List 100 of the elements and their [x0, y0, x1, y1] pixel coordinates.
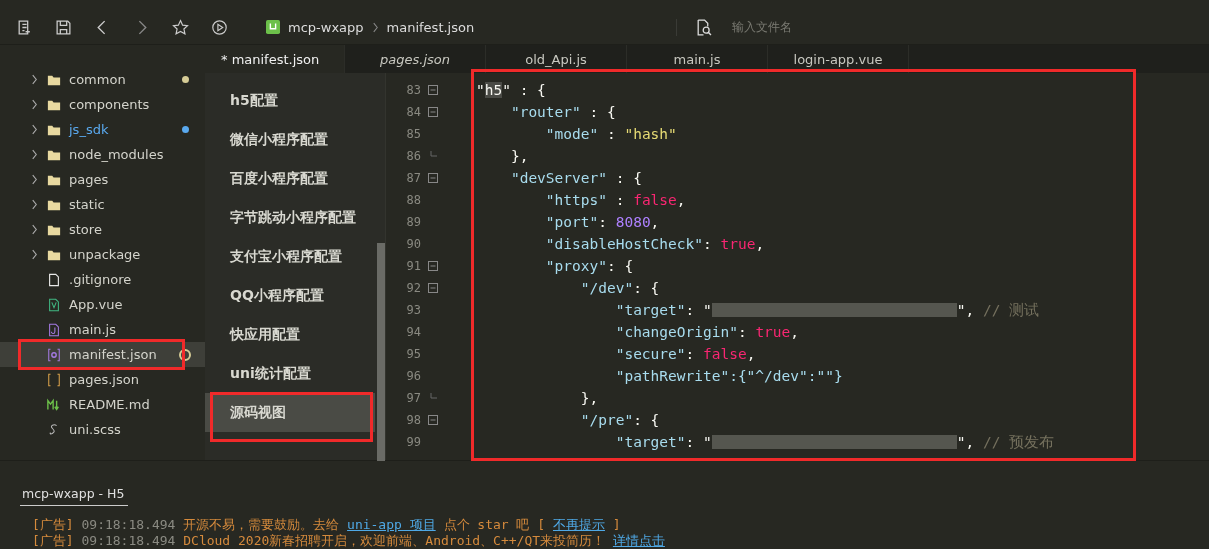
file-tree-item[interactable]: js_sdk	[0, 117, 205, 142]
brackets-icon	[47, 372, 61, 387]
chevron-icon	[31, 124, 38, 135]
config-nav-item[interactable]: h5配置	[205, 81, 375, 120]
file-name: store	[69, 222, 103, 237]
line-number: 90	[405, 237, 421, 251]
line-number: 95	[405, 347, 421, 361]
line-number: 89	[405, 215, 421, 229]
line-number: 91	[405, 259, 421, 273]
file-name: .gitignore	[69, 272, 133, 287]
chevron-icon	[31, 249, 38, 260]
file-tree-item[interactable]: pages.json	[0, 367, 205, 392]
file-tree-item[interactable]: .gitignore	[0, 267, 205, 292]
code-line: "mode" : "hash"	[544, 126, 677, 142]
fold-icon[interactable]	[428, 415, 438, 425]
js-file-icon	[47, 322, 61, 337]
settings-file-icon	[47, 347, 61, 362]
code-line: "pathRewrite":{"^/dev":""}	[614, 368, 843, 384]
scrollbar[interactable]	[377, 243, 385, 461]
breadcrumb-item[interactable]: manifest.json	[386, 19, 475, 35]
config-nav-item[interactable]: 微信小程序配置	[205, 120, 375, 159]
file-name: pages.json	[69, 372, 140, 387]
config-nav-item[interactable]: 快应用配置	[205, 315, 375, 354]
config-nav-item[interactable]: 百度小程序配置	[205, 159, 375, 198]
console-link[interactable]: 详情点击	[612, 533, 665, 548]
code-line: },	[579, 390, 599, 406]
file-tree-item[interactable]: static	[0, 192, 205, 217]
console-tab[interactable]: mcp-wxapp - H5	[20, 486, 129, 506]
chevron-icon	[31, 99, 38, 110]
file-name: manifest.json	[69, 347, 158, 362]
code-line: "/dev": {	[579, 280, 660, 296]
chevron-icon	[371, 21, 379, 33]
fold-icon[interactable]	[428, 173, 438, 183]
file-name: uni.scss	[69, 422, 122, 437]
line-number: 88	[405, 193, 421, 207]
fold-icon[interactable]	[428, 283, 438, 293]
vue-file-icon	[47, 297, 61, 312]
chevron-icon	[31, 149, 38, 160]
search-file-icon	[695, 18, 712, 36]
code-line: "/pre": {	[579, 412, 660, 428]
config-nav-item[interactable]: 字节跳动小程序配置	[205, 198, 375, 237]
file-name: README.md	[69, 397, 151, 412]
file-name: main.js	[69, 322, 117, 337]
save-icon[interactable]	[55, 18, 72, 36]
code-line: "https" : false,	[544, 192, 686, 208]
code-line: "h5" : {	[476, 82, 546, 98]
file-tree-item[interactable]: main.js	[0, 317, 205, 342]
line-number: 86	[405, 149, 421, 163]
file-name: unpackage	[69, 247, 142, 262]
code-line: "target": " ", // 测试	[614, 300, 1040, 320]
line-number: 97	[405, 391, 421, 405]
file-name: common	[69, 72, 127, 87]
editor-tab[interactable]: * manifest.json	[205, 45, 345, 73]
file-name: node_modules	[69, 147, 165, 162]
config-nav-item[interactable]: 支付宝小程序配置	[205, 237, 375, 276]
file-name: js_sdk	[69, 122, 110, 137]
line-number: 83	[405, 83, 421, 97]
file-tree-item[interactable]: node_modules	[0, 142, 205, 167]
code-line: "target": " ", // 预发布	[614, 432, 1055, 452]
line-number: 84	[405, 105, 421, 119]
star-icon[interactable]	[172, 18, 189, 36]
code-line: },	[509, 148, 529, 164]
code-line: "proxy": {	[544, 258, 634, 274]
config-nav-item[interactable]: 源码视图	[205, 393, 375, 432]
file-tree-item[interactable]: unpackage	[0, 242, 205, 267]
fold-icon[interactable]	[428, 85, 438, 95]
fold-icon[interactable]	[428, 261, 438, 271]
chevron-icon	[31, 224, 38, 235]
breadcrumb-item[interactable]: mcp-wxapp	[288, 19, 364, 35]
chevron-icon	[31, 199, 38, 210]
file-name: pages	[69, 172, 110, 187]
console-link[interactable]: uni-app 项目	[347, 517, 436, 532]
file-tree-item[interactable]: components	[0, 92, 205, 117]
file-tree-item[interactable]: uni.scss	[0, 417, 205, 442]
fold-icon[interactable]	[428, 107, 438, 117]
line-number: 96	[405, 369, 421, 383]
file-tree-item[interactable]: store	[0, 217, 205, 242]
file-tree-item[interactable]: App.vue	[0, 292, 205, 317]
code-line: "secure": false,	[614, 346, 756, 362]
file-tree-item[interactable]: README.md	[0, 392, 205, 417]
config-nav-item[interactable]: QQ小程序配置	[205, 276, 375, 315]
file-name: components	[69, 97, 151, 112]
new-file-icon[interactable]	[16, 18, 33, 36]
line-number: 98	[405, 413, 421, 427]
console-line: [广告] 09:18:18.494 开源不易，需要鼓励。去给 uni-app 项目 点个 star 吧 [ 不再提示 ]	[31, 517, 622, 533]
line-number: 99	[405, 435, 421, 449]
code-line: "disableHostCheck": true,	[544, 236, 765, 252]
code-line: "changeOrigin": true,	[614, 324, 800, 340]
file-tree-item[interactable]: manifest.json	[0, 342, 205, 367]
file-search-field[interactable]: 输入文件名	[730, 19, 934, 35]
code-line: "router" : {	[509, 104, 616, 120]
run-icon[interactable]	[211, 18, 228, 36]
code-line: "port": 8080,	[544, 214, 660, 230]
config-nav-item[interactable]: uni统计配置	[205, 354, 375, 393]
file-tree-item[interactable]: common	[0, 67, 205, 92]
markdown-icon	[47, 397, 61, 412]
line-number: 85	[405, 127, 421, 141]
file-tree-item[interactable]: pages	[0, 167, 205, 192]
console-line: [广告] 09:18:18.494 DCloud 2020新春招聘开启，欢迎前端、Android、C++/QT来投简历！ 详情点击	[31, 533, 666, 549]
console-link[interactable]: 不再提示	[552, 517, 605, 532]
